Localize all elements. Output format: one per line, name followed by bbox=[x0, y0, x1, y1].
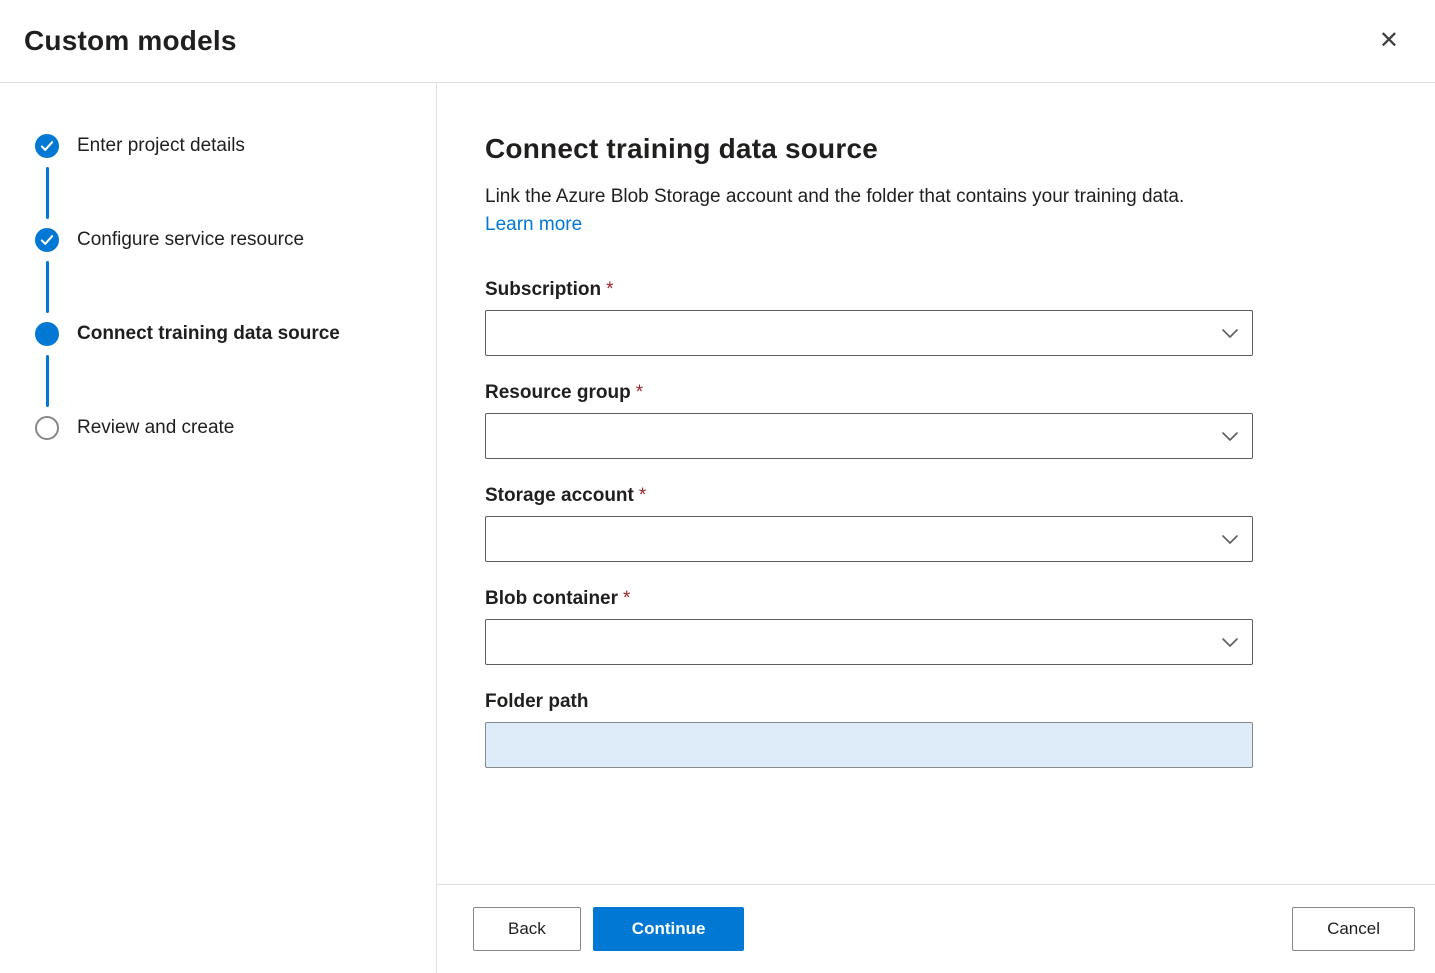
step-completed-check-icon bbox=[35, 228, 59, 252]
step-review-and-create[interactable]: Review and create bbox=[35, 416, 416, 440]
step-connector bbox=[46, 355, 49, 407]
back-button[interactable]: Back bbox=[473, 907, 581, 951]
chevron-down-icon bbox=[1222, 535, 1238, 544]
required-indicator: * bbox=[623, 588, 630, 609]
step-upcoming-circle-icon bbox=[35, 416, 59, 440]
folder-path-field: Folder path bbox=[485, 691, 1253, 768]
required-indicator: * bbox=[636, 382, 643, 403]
field-label: Folder path bbox=[485, 691, 1253, 713]
field-label: Resource group* bbox=[485, 382, 1253, 404]
chevron-down-icon bbox=[1222, 432, 1238, 441]
step-label: Enter project details bbox=[77, 135, 245, 157]
storage-account-dropdown[interactable] bbox=[485, 516, 1253, 562]
step-current-dot-icon bbox=[35, 322, 59, 346]
dialog-title: Custom models bbox=[24, 25, 237, 57]
main-panel: Connect training data source Link the Az… bbox=[437, 83, 1435, 973]
folder-path-label: Folder path bbox=[485, 691, 588, 712]
step-connect-training-data-source[interactable]: Connect training data source bbox=[35, 322, 416, 346]
field-label: Subscription* bbox=[485, 279, 1253, 301]
learn-more-link[interactable]: Learn more bbox=[485, 214, 582, 235]
wizard-stepper: Enter project details Configure service … bbox=[0, 83, 437, 973]
subscription-label: Subscription bbox=[485, 279, 601, 300]
dialog-footer: Back Continue Cancel bbox=[437, 884, 1435, 973]
description-text: Link the Azure Blob Storage account and … bbox=[485, 186, 1184, 207]
step-configure-service-resource[interactable]: Configure service resource bbox=[35, 228, 416, 252]
cancel-button[interactable]: Cancel bbox=[1292, 907, 1415, 951]
dialog-header: Custom models ✕ bbox=[0, 0, 1435, 83]
subscription-dropdown[interactable] bbox=[485, 310, 1253, 356]
blob-container-label: Blob container bbox=[485, 588, 618, 609]
main-content: Connect training data source Link the Az… bbox=[437, 83, 1435, 884]
required-indicator: * bbox=[639, 485, 646, 506]
dialog-body: Enter project details Configure service … bbox=[0, 83, 1435, 973]
continue-button[interactable]: Continue bbox=[593, 907, 745, 951]
close-icon[interactable]: ✕ bbox=[1373, 23, 1405, 59]
page-description: Link the Azure Blob Storage account and … bbox=[485, 183, 1225, 239]
step-connector bbox=[46, 167, 49, 219]
storage-account-label: Storage account bbox=[485, 485, 634, 506]
resource-group-dropdown[interactable] bbox=[485, 413, 1253, 459]
page-title: Connect training data source bbox=[485, 133, 1387, 165]
resource-group-label: Resource group bbox=[485, 382, 631, 403]
step-label: Connect training data source bbox=[77, 323, 340, 345]
step-enter-project-details[interactable]: Enter project details bbox=[35, 134, 416, 158]
data-source-form: Subscription* Resource group* bbox=[485, 279, 1253, 768]
subscription-field: Subscription* bbox=[485, 279, 1253, 356]
step-label: Configure service resource bbox=[77, 229, 304, 251]
step-connector bbox=[46, 261, 49, 313]
chevron-down-icon bbox=[1222, 329, 1238, 338]
field-label: Storage account* bbox=[485, 485, 1253, 507]
step-completed-check-icon bbox=[35, 134, 59, 158]
chevron-down-icon bbox=[1222, 638, 1238, 647]
resource-group-field: Resource group* bbox=[485, 382, 1253, 459]
storage-account-field: Storage account* bbox=[485, 485, 1253, 562]
step-label: Review and create bbox=[77, 417, 234, 439]
field-label: Blob container* bbox=[485, 588, 1253, 610]
required-indicator: * bbox=[606, 279, 613, 300]
blob-container-dropdown[interactable] bbox=[485, 619, 1253, 665]
blob-container-field: Blob container* bbox=[485, 588, 1253, 665]
folder-path-input[interactable] bbox=[485, 722, 1253, 768]
